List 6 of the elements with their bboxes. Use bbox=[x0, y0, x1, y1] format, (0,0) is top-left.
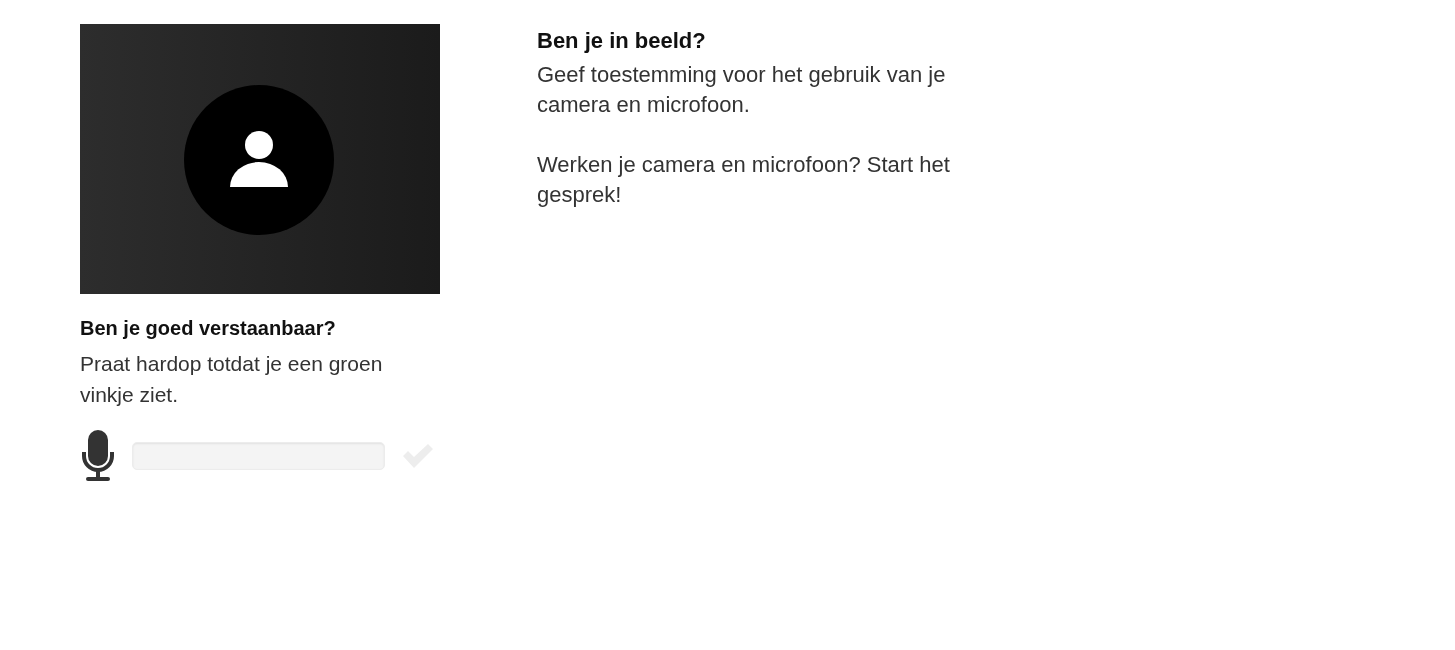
audio-check-description: Praat hardop totdat je een groen vinkje ziet. bbox=[80, 351, 384, 408]
video-check-title: Ben je in beeld? bbox=[537, 28, 707, 54]
audio-check-title: Ben je goed verstaanbaar? bbox=[80, 316, 337, 340]
microphone-icon bbox=[80, 430, 116, 482]
instruction-text: Geef toestemming voor het gebruik van je camera en microfoon. bbox=[537, 61, 947, 119]
instruction-text: Werken je camera en microfoon? Start het gesprek! bbox=[537, 151, 951, 209]
